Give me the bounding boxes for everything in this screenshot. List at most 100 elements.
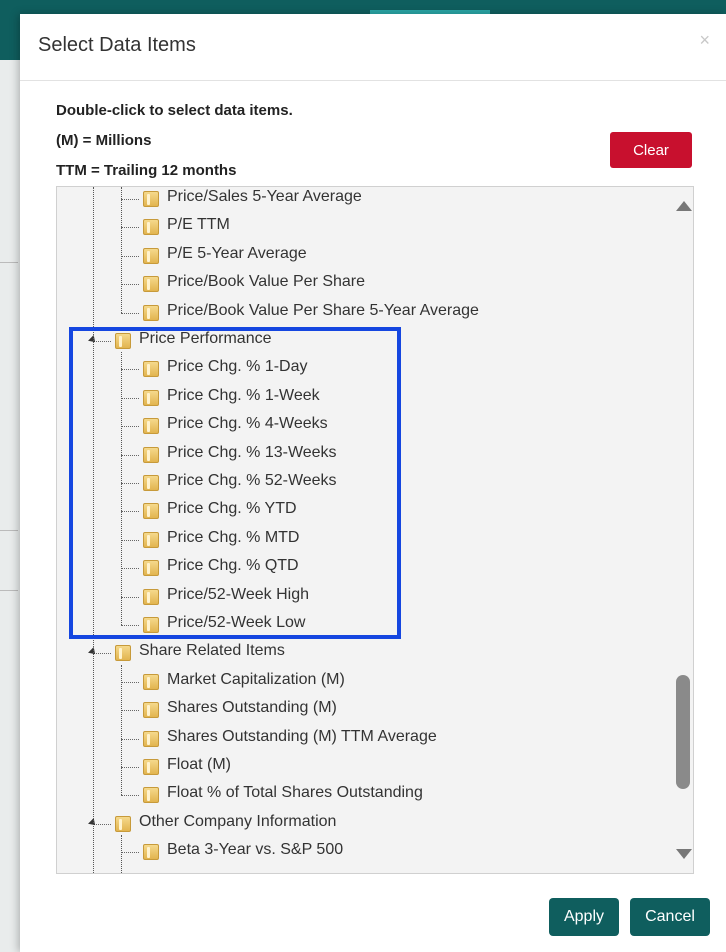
data-items-tree: Price/Sales 5-Year Average P/E TTM P/E 5-Y… bbox=[57, 187, 657, 873]
tree-leaf-item[interactable]: Price/Sales 5-Year Average bbox=[57, 187, 657, 214]
tree-item-label: Float % of Total Shares Outstanding bbox=[167, 784, 423, 802]
clear-button[interactable]: Clear bbox=[610, 132, 692, 168]
scroll-up-arrow-icon[interactable] bbox=[676, 201, 692, 211]
tree-leaf-item[interactable]: Price/Book Value Per Share 5-Year Averag… bbox=[57, 300, 657, 328]
tree-leaf-item[interactable]: Price Chg. % MTD bbox=[57, 527, 657, 555]
tree-leaf-item[interactable]: Price/52-Week High bbox=[57, 584, 657, 612]
tree-item-label: Price Chg. % MTD bbox=[167, 528, 300, 546]
scrollbar-thumb[interactable] bbox=[676, 675, 690, 789]
select-data-items-dialog: Select Data Items × Double-click to sele… bbox=[20, 14, 726, 952]
tree-item-label: Beta 3-Year vs. S&P 500 bbox=[167, 841, 344, 859]
folder-icon bbox=[115, 333, 131, 349]
tree-item-label: Price Chg. % 13-Weeks bbox=[167, 443, 337, 461]
tree-leaf-item[interactable]: Price Chg. % YTD bbox=[57, 498, 657, 526]
tree-leaf-item[interactable]: Price/52-Week Low bbox=[57, 612, 657, 640]
tree-leaf-item[interactable]: Price Chg. % QTD bbox=[57, 555, 657, 583]
tree-vertical-guide bbox=[121, 352, 122, 625]
tree-item-label: Float (M) bbox=[167, 756, 231, 773]
tree-group-node[interactable]: Other Company Information bbox=[57, 811, 657, 839]
tree-item-label: Price/Book Value Per Share 5-Year Averag… bbox=[167, 301, 479, 319]
instruction-double-click: Double-click to select data items. bbox=[56, 102, 293, 119]
background-divider bbox=[0, 530, 18, 531]
tree-item-label: Price Chg. % 1-Week bbox=[167, 386, 320, 404]
folder-icon bbox=[143, 844, 159, 861]
tree-item-label: Shares Outstanding (M) TTM Average bbox=[167, 727, 437, 745]
tree-leaf-item[interactable]: Shares Outstanding (M) bbox=[57, 697, 657, 725]
instruction-millions: (M) = Millions bbox=[56, 132, 152, 149]
tree-item-label: Price Performance bbox=[139, 330, 272, 347]
tree-connector-line bbox=[121, 539, 139, 541]
background-divider bbox=[0, 590, 18, 591]
tree-leaf-item[interactable]: Price Chg. % 1-Day bbox=[57, 356, 657, 384]
tree-leaf-item[interactable]: Market Capitalization (M) bbox=[57, 669, 657, 697]
folder-icon bbox=[143, 787, 159, 804]
tree-leaf-item[interactable]: Price Chg. % 1-Week bbox=[57, 385, 657, 413]
tree-item-label: Price/52-Week High bbox=[167, 585, 309, 603]
tree-connector-line bbox=[121, 710, 139, 712]
tree-item-label: Price/52-Week Low bbox=[167, 614, 306, 631]
folder-icon bbox=[143, 475, 159, 491]
folder-icon bbox=[143, 759, 159, 775]
folder-icon bbox=[143, 730, 159, 747]
tree-connector-line bbox=[121, 568, 139, 570]
tree-leaf-item[interactable]: Price Chg. % 52-Weeks bbox=[57, 470, 657, 498]
scroll-down-arrow-icon[interactable] bbox=[676, 849, 692, 859]
tree-vertical-guide bbox=[93, 187, 94, 873]
tree-connector-line bbox=[121, 397, 139, 399]
dialog-title: Select Data Items bbox=[38, 34, 196, 56]
folder-icon bbox=[143, 191, 159, 207]
tree-leaf-item[interactable]: Beta 3-Year vs. S&P 500 bbox=[57, 839, 657, 867]
data-items-tree-panel[interactable]: Price/Sales 5-Year Average P/E TTM P/E 5-Y… bbox=[56, 186, 694, 874]
tree-connector-line bbox=[121, 227, 139, 229]
tree-group-node[interactable]: Share Related Items bbox=[57, 640, 657, 668]
folder-icon bbox=[143, 418, 159, 435]
tree-item-label: Share Related Items bbox=[139, 642, 285, 660]
tree-vertical-guide bbox=[121, 664, 122, 796]
folder-icon bbox=[143, 673, 159, 690]
folder-icon bbox=[143, 276, 159, 293]
folder-icon bbox=[143, 247, 159, 264]
tree-connector-line bbox=[121, 511, 139, 513]
tree-connector-line bbox=[121, 596, 139, 598]
tree-item-label: P/E TTM bbox=[167, 216, 230, 234]
tree-connector-line bbox=[121, 795, 139, 797]
close-icon[interactable]: × bbox=[699, 30, 710, 51]
cancel-button[interactable]: Cancel bbox=[630, 898, 710, 936]
tree-vertical-guide bbox=[121, 187, 122, 313]
tree-connector-line bbox=[121, 312, 139, 314]
tree-item-label: Price Chg. % 52-Weeks bbox=[167, 472, 337, 489]
instruction-ttm: TTM = Trailing 12 months bbox=[56, 162, 237, 179]
tree-leaf-item[interactable]: Float % of Total Shares Outstanding bbox=[57, 782, 657, 810]
tree-scrollbar[interactable] bbox=[673, 187, 693, 873]
folder-icon bbox=[143, 588, 159, 605]
tree-connector-line bbox=[121, 426, 139, 428]
apply-button[interactable]: Apply bbox=[549, 898, 619, 936]
tree-connector-line bbox=[121, 738, 139, 740]
folder-icon bbox=[143, 304, 159, 321]
tree-connector-line bbox=[121, 852, 139, 854]
tree-leaf-item[interactable]: Price Chg. % 4-Weeks bbox=[57, 413, 657, 441]
tree-item-label: Price Chg. % 1-Day bbox=[167, 358, 308, 376]
tree-leaf-item[interactable]: P/E TTM bbox=[57, 214, 657, 242]
folder-icon bbox=[115, 645, 131, 662]
tree-connector-line bbox=[121, 284, 139, 286]
tree-leaf-item[interactable]: Price Chg. % 13-Weeks bbox=[57, 442, 657, 470]
tree-item-label: Shares Outstanding (M) bbox=[167, 699, 337, 717]
tree-leaf-item[interactable]: Float (M) bbox=[57, 754, 657, 782]
tree-leaf-item[interactable]: Price/Book Value Per Share bbox=[57, 271, 657, 299]
folder-icon bbox=[143, 361, 159, 378]
tree-connector-line bbox=[121, 625, 139, 626]
tree-connector-line bbox=[121, 483, 139, 484]
tree-group-node[interactable]: Price Performance bbox=[57, 328, 657, 356]
dialog-header: Select Data Items × bbox=[20, 14, 726, 81]
folder-icon bbox=[143, 702, 159, 719]
tree-leaf-item[interactable]: Shares Outstanding (M) TTM Average bbox=[57, 726, 657, 754]
tree-item-label: Price/Book Value Per Share bbox=[167, 273, 366, 291]
tree-leaf-item[interactable]: P/E 5-Year Average bbox=[57, 243, 657, 271]
tree-item-label: Market Capitalization (M) bbox=[167, 670, 345, 688]
tree-connector-line bbox=[121, 369, 139, 371]
tree-item-label: Price Chg. % YTD bbox=[167, 500, 297, 518]
tree-connector-line bbox=[121, 454, 139, 456]
tree-connector-line bbox=[121, 681, 139, 683]
tree-item-label: Price Chg. % QTD bbox=[167, 557, 299, 575]
